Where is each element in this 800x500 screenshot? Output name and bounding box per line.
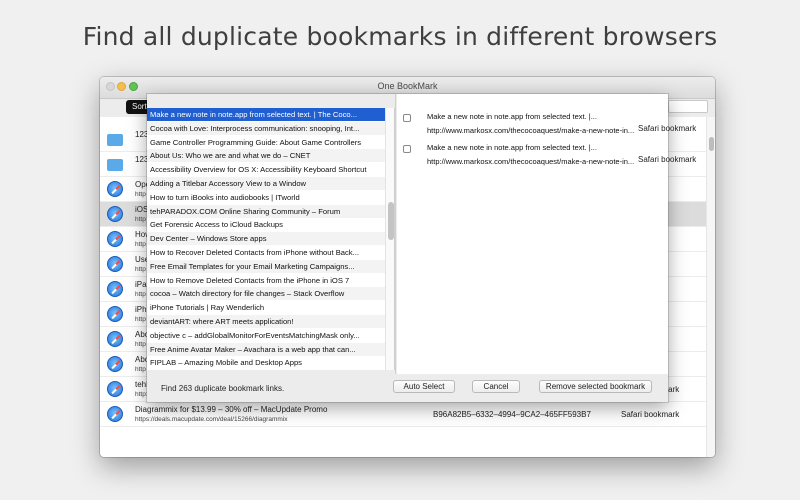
headline: Find all duplicate bookmarks in differen… bbox=[82, 22, 718, 51]
entry-title: Make a new note in note.app from selecte… bbox=[427, 112, 597, 121]
entry-url: http://www.markosx.com/thecocoaquest/mak… bbox=[427, 157, 635, 166]
duplicate-list: FIPLAB – Amazing Mobile and Desktop Apps… bbox=[147, 108, 395, 370]
duplicate-list-item[interactable]: How to Recover Deleted Contacts from iPh… bbox=[147, 246, 387, 259]
bookmark-url: http bbox=[135, 366, 146, 373]
bookmark-url: http bbox=[135, 266, 146, 273]
bookmark-kind: Safari bookmark bbox=[621, 410, 680, 419]
remove-selected-button[interactable]: Remove selected bookmark bbox=[539, 380, 652, 393]
duplicate-list-item[interactable]: About Us: Who we are and what we do – CN… bbox=[147, 149, 387, 163]
duplicate-sheet: FIPLAB – Amazing Mobile and Desktop Apps… bbox=[147, 94, 696, 402]
bookmark-title: Diagrammix for $13.99 – 30% off – MacUpd… bbox=[135, 405, 328, 414]
duplicate-list-item[interactable]: Get Forensic Access to iCloud Backups bbox=[147, 218, 387, 231]
duplicate-list-item[interactable]: objective c – addGlobalMonitorForEventsM… bbox=[147, 329, 387, 342]
bookmark-url: http bbox=[135, 291, 146, 298]
split-divider[interactable] bbox=[395, 94, 396, 380]
folder-icon bbox=[107, 159, 123, 171]
entry-kind: Safari bookmark bbox=[638, 124, 697, 133]
entry-checkbox[interactable] bbox=[403, 145, 411, 153]
safari-icon bbox=[107, 356, 123, 372]
duplicate-entry[interactable]: Make a new note in note.app from selecte… bbox=[397, 141, 696, 171]
safari-icon bbox=[107, 406, 123, 422]
safari-icon bbox=[107, 206, 123, 222]
duplicate-list-item[interactable]: Free Anime Avatar Maker – Avachara is a … bbox=[147, 342, 387, 356]
duplicate-list-item[interactable]: How to Remove Deleted Contacts from the … bbox=[147, 274, 387, 287]
safari-icon bbox=[107, 181, 123, 197]
scrollbar-thumb[interactable] bbox=[709, 137, 714, 151]
safari-icon bbox=[107, 231, 123, 247]
duplicate-list-item[interactable]: Dev Center – Windows Store apps bbox=[147, 232, 387, 246]
duplicate-list-item[interactable]: How to turn iBooks into audiobooks | ITw… bbox=[147, 191, 387, 204]
duplicate-list-item[interactable]: Free Email Templates for your Email Mark… bbox=[147, 259, 387, 273]
search-input[interactable] bbox=[668, 100, 708, 113]
bookmark-url: http bbox=[135, 216, 146, 223]
window-title: One BookMark bbox=[377, 81, 438, 91]
safari-icon bbox=[107, 331, 123, 347]
duplicate-list-item[interactable]: tehPARADOX.COM Online Sharing Community … bbox=[147, 204, 387, 218]
bookmark-url: http bbox=[135, 191, 146, 198]
cancel-button[interactable]: Cancel bbox=[472, 380, 520, 393]
duplicate-list-item[interactable]: iPhone Tutorials | Ray Wenderlich bbox=[147, 301, 387, 314]
bookmark-title: iPa bbox=[135, 280, 147, 289]
bookmark-list-scrollbar[interactable] bbox=[706, 117, 715, 457]
scrollbar-thumb[interactable] bbox=[388, 202, 394, 240]
duplicate-detail: Make a new note in note.app from selecte… bbox=[397, 94, 696, 374]
duplicate-entry[interactable]: Make a new note in note.app from selecte… bbox=[397, 110, 696, 140]
bookmark-url: https://deals.macupdate.com/deal/15266/d… bbox=[135, 416, 288, 423]
bookmark-title: iPh bbox=[135, 305, 147, 314]
safari-icon bbox=[107, 306, 123, 322]
entry-title: Make a new note in note.app from selecte… bbox=[427, 143, 597, 152]
duplicate-list-scrollbar[interactable] bbox=[385, 108, 394, 370]
auto-select-button[interactable]: Auto Select bbox=[393, 380, 455, 393]
duplicate-list-item[interactable]: Game Controller Programming Guide: About… bbox=[147, 136, 387, 149]
duplicate-list-item[interactable]: Cocoa with Love: Interprocess communicat… bbox=[147, 121, 387, 135]
duplicate-list-item[interactable]: Accessibility Overview for OS X: Accessi… bbox=[147, 163, 387, 176]
safari-icon bbox=[107, 281, 123, 297]
safari-icon bbox=[107, 256, 123, 272]
duplicate-list-item[interactable]: deviantART: where ART meets application! bbox=[147, 315, 387, 328]
bookmark-id: B96A82B5–6332–4994–9CA2–465FF593B7 bbox=[433, 410, 591, 419]
duplicate-list-item[interactable]: Adding a Titlebar Accessory View to a Wi… bbox=[147, 177, 387, 190]
bookmark-row[interactable]: Diagrammix for $13.99 – 30% off – MacUpd… bbox=[100, 402, 706, 427]
safari-icon bbox=[107, 381, 123, 397]
bookmark-url: http bbox=[135, 316, 146, 323]
found-count-text: Find 263 duplicate bookmark links. bbox=[161, 384, 285, 393]
duplicate-list-item[interactable]: cocoa – Watch directory for file changes… bbox=[147, 287, 387, 301]
bookmark-url: http bbox=[135, 341, 146, 348]
entry-url: http://www.markosx.com/thecocoaquest/mak… bbox=[427, 126, 635, 135]
duplicate-list-item[interactable]: Make a new note in note.app from selecte… bbox=[147, 108, 387, 121]
entry-kind: Safari bookmark bbox=[638, 155, 697, 164]
bookmark-url: http bbox=[135, 241, 146, 248]
entry-checkbox[interactable] bbox=[403, 114, 411, 122]
duplicate-list-item[interactable]: FIPLAB – Amazing Mobile and Desktop Apps bbox=[147, 356, 387, 369]
sheet-footer: Find 263 duplicate bookmark links. Auto … bbox=[147, 374, 668, 402]
folder-icon bbox=[107, 134, 123, 146]
